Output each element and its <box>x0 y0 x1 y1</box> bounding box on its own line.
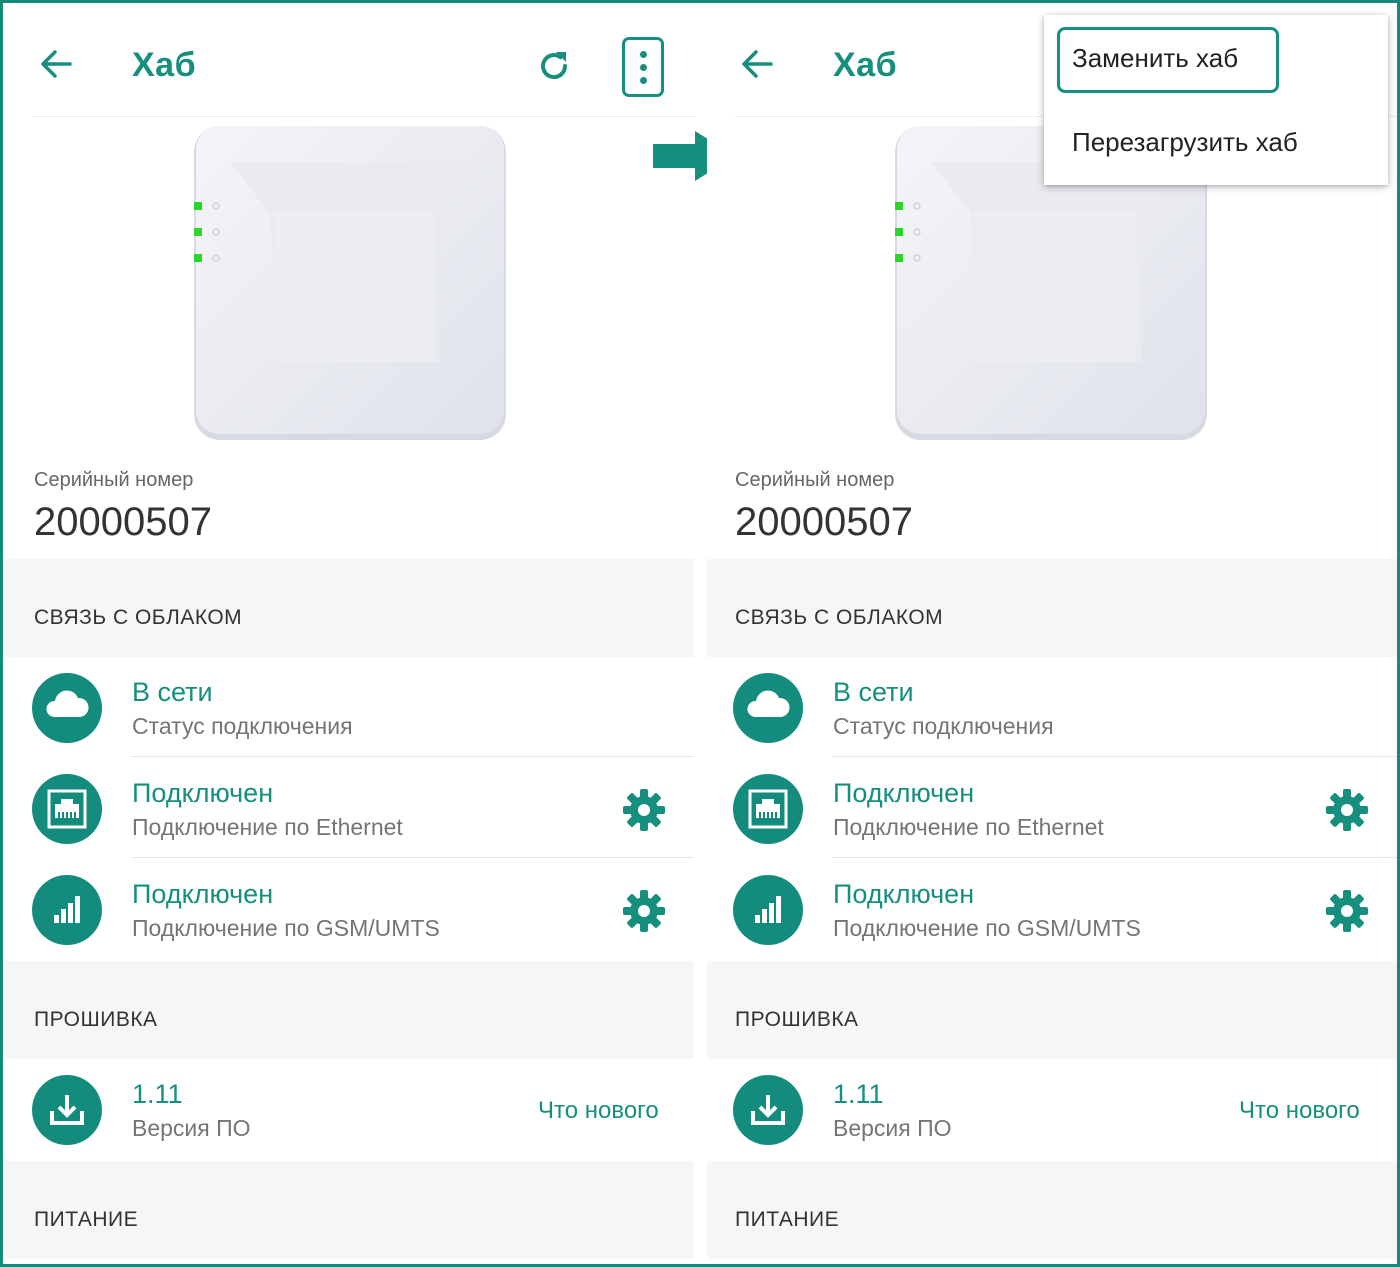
section-header-power: ПИТАНИЕ <box>6 1161 694 1259</box>
screenshot-frame: Хаб Серийный номер 20000507 СВЯЗЬ С ОБЛА… <box>0 0 1400 1267</box>
ethernet-icon <box>733 774 803 844</box>
section-title: СВЯЗЬ С ОБЛАКОМ <box>34 606 243 629</box>
section-title: СВЯЗЬ С ОБЛАКОМ <box>735 606 944 629</box>
download-icon <box>733 1075 803 1145</box>
section-title: ПРОШИВКА <box>735 1008 859 1031</box>
gsm-status: Подключен <box>833 879 975 909</box>
ethernet-row[interactable]: Подключен Подключение по Ethernet <box>6 758 694 858</box>
whats-new-link[interactable]: Что нового <box>538 1097 659 1125</box>
section-header-cloud: СВЯЗЬ С ОБЛАКОМ <box>6 559 694 657</box>
section-title: ПИТАНИЕ <box>735 1208 840 1231</box>
ethernet-label: Подключение по Ethernet <box>132 814 403 840</box>
arrow-left-icon[interactable] <box>737 44 777 84</box>
hub-device-image <box>194 126 506 440</box>
ethernet-icon <box>32 774 102 844</box>
signal-bars-icon <box>733 875 803 945</box>
section-title: ПИТАНИЕ <box>34 1208 139 1231</box>
gsm-label: Подключение по GSM/UMTS <box>132 915 440 941</box>
ethernet-status: Подключен <box>833 778 975 808</box>
refresh-icon[interactable] <box>534 46 574 86</box>
gsm-row[interactable]: Подключен Подключение по GSM/UMTS <box>707 859 1397 959</box>
gsm-status: Подключен <box>132 879 274 909</box>
firmware-version-label: Версия ПО <box>132 1115 251 1141</box>
cloud-status-row[interactable]: В сети Статус подключения <box>6 657 694 757</box>
ethernet-row[interactable]: Подключен Подключение по Ethernet <box>707 758 1397 858</box>
gsm-row[interactable]: Подключен Подключение по GSM/UMTS <box>6 859 694 959</box>
section-header-cloud: СВЯЗЬ С ОБЛАКОМ <box>707 559 1397 657</box>
hub-screen-before: Хаб Серийный номер 20000507 СВЯЗЬ С ОБЛА… <box>6 6 694 1264</box>
arrow-left-icon[interactable] <box>36 44 76 84</box>
firmware-version: 1.11 <box>132 1079 183 1109</box>
hub-screen-after: Хаб Серийный номер 20000507 СВЯЗЬ С ОБЛА… <box>707 6 1397 1264</box>
ethernet-status: Подключен <box>132 778 274 808</box>
cloud-status-row[interactable]: В сети Статус подключения <box>707 657 1397 757</box>
divider <box>833 857 1397 858</box>
serial-number-value: 20000507 <box>34 500 212 544</box>
serial-number-label: Серийный номер <box>34 469 194 491</box>
app-bar: Хаб <box>6 6 694 116</box>
connection-status-label: Статус подключения <box>132 713 353 739</box>
divider <box>132 756 694 757</box>
menu-item-reboot-hub[interactable]: Перезагрузить хаб <box>1072 127 1298 158</box>
signal-bars-icon <box>32 875 102 945</box>
connection-status: В сети <box>833 677 914 707</box>
cloud-icon <box>733 673 803 743</box>
ethernet-settings-gear-icon[interactable] <box>620 786 668 834</box>
firmware-row[interactable]: 1.11 Версия ПО Что нового <box>6 1059 694 1159</box>
firmware-row[interactable]: 1.11 Версия ПО Что нового <box>707 1059 1397 1159</box>
more-options-button[interactable] <box>622 37 664 97</box>
overflow-menu: Заменить хаб Перезагрузить хаб <box>1044 15 1388 185</box>
section-header-firmware: ПРОШИВКА <box>6 961 694 1059</box>
section-header-power: ПИТАНИЕ <box>707 1161 1397 1259</box>
firmware-version-label: Версия ПО <box>833 1115 952 1141</box>
serial-number-value: 20000507 <box>735 500 913 544</box>
connection-status: В сети <box>132 677 213 707</box>
firmware-version: 1.11 <box>833 1079 884 1109</box>
divider <box>833 756 1397 757</box>
gsm-settings-gear-icon[interactable] <box>1323 887 1371 935</box>
ethernet-settings-gear-icon[interactable] <box>1323 786 1371 834</box>
whats-new-link[interactable]: Что нового <box>1239 1097 1360 1125</box>
cloud-icon <box>32 673 102 743</box>
page-title: Хаб <box>132 46 197 84</box>
divider <box>34 116 694 117</box>
ethernet-label: Подключение по Ethernet <box>833 814 1104 840</box>
serial-number-label: Серийный номер <box>735 469 895 491</box>
menu-item-replace-hub[interactable]: Заменить хаб <box>1072 43 1238 74</box>
gsm-settings-gear-icon[interactable] <box>620 887 668 935</box>
section-title: ПРОШИВКА <box>34 1008 158 1031</box>
gsm-label: Подключение по GSM/UMTS <box>833 915 1141 941</box>
page-title: Хаб <box>833 46 898 84</box>
section-header-firmware: ПРОШИВКА <box>707 961 1397 1059</box>
download-icon <box>32 1075 102 1145</box>
divider <box>132 857 694 858</box>
connection-status-label: Статус подключения <box>833 713 1054 739</box>
